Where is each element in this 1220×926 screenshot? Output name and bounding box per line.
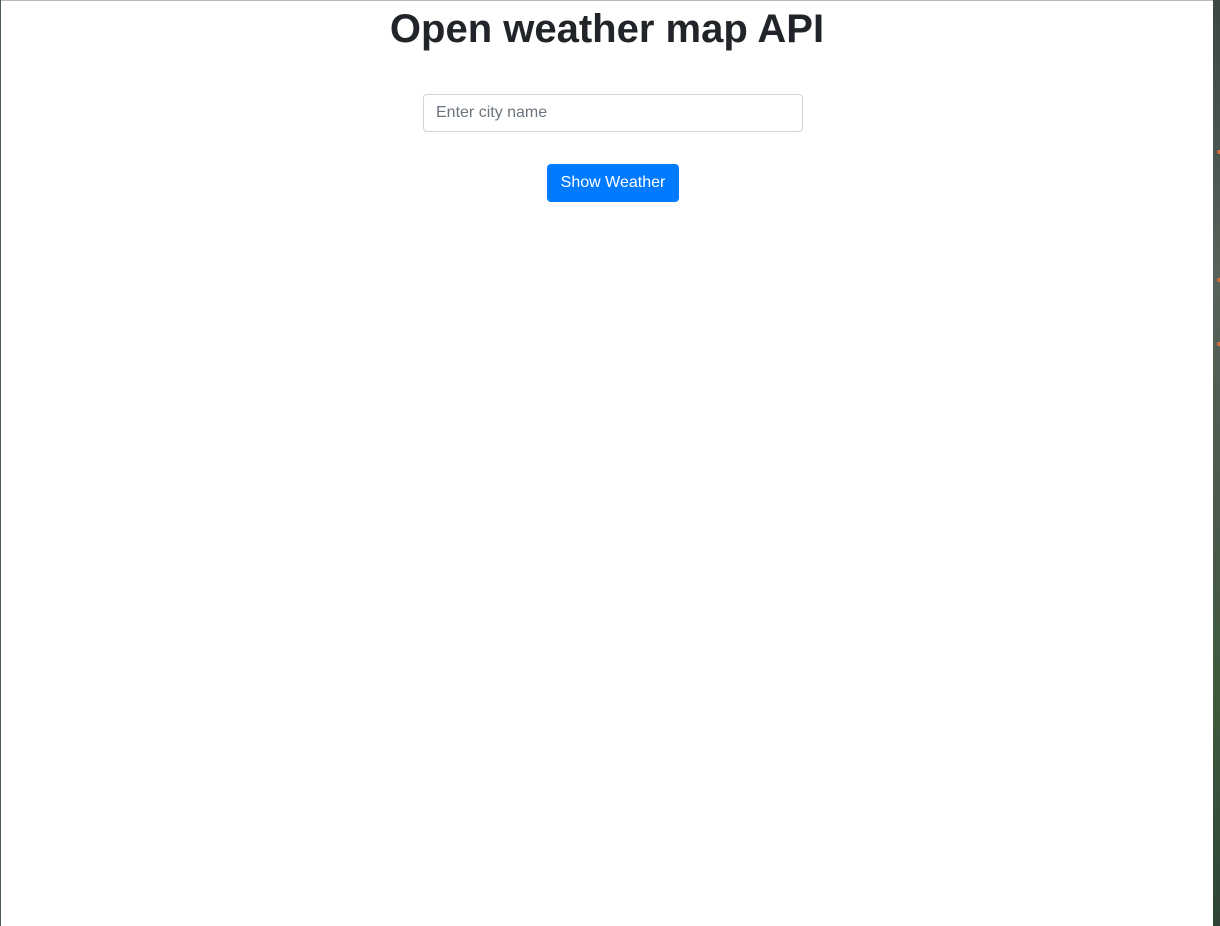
page-title: Open weather map API xyxy=(389,7,825,51)
desktop-background-strip xyxy=(1213,0,1220,926)
city-name-input[interactable] xyxy=(423,94,803,132)
browser-viewport: Open weather map API Show Weather xyxy=(0,0,1220,926)
show-weather-button[interactable]: Show Weather xyxy=(546,164,680,202)
main-content: Open weather map API Show Weather xyxy=(1,0,1213,202)
